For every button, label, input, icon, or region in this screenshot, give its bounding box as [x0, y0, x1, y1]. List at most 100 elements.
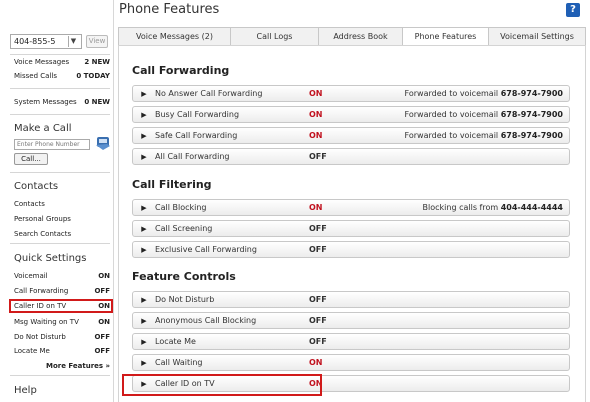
- expand-arrow-icon: ▶: [141, 295, 147, 304]
- feature-name: Busy Call Forwarding: [155, 110, 240, 119]
- divider: [10, 375, 110, 376]
- feature-row[interactable]: ▶ Call Blocking ON Blocking calls from 4…: [132, 199, 570, 216]
- missed-calls-link[interactable]: Missed Calls 0 TODAY: [14, 72, 110, 80]
- feature-row[interactable]: ▶ Busy Call Forwarding ON Forwarded to v…: [132, 106, 570, 123]
- phone-number-input[interactable]: Enter Phone Number: [14, 139, 90, 150]
- feature-row[interactable]: ▶ Exclusive Call Forwarding OFF: [132, 241, 570, 258]
- feature-detail: Blocking calls from 404-444-4444: [422, 203, 563, 212]
- feature-status: ON: [309, 203, 323, 212]
- feature-status: OFF: [309, 337, 327, 346]
- feature-name: Do Not Disturb: [155, 295, 215, 304]
- feature-row[interactable]: ▶ Safe Call Forwarding ON Forwarded to v…: [132, 127, 570, 144]
- tab-call-logs[interactable]: Call Logs: [230, 27, 318, 46]
- help-icon[interactable]: ?: [566, 3, 580, 17]
- tab-phone-features[interactable]: Phone Features: [402, 27, 488, 46]
- divider: [10, 54, 110, 55]
- qs-locate-me[interactable]: Locate Me OFF: [14, 347, 110, 355]
- feature-row[interactable]: ▶ No Answer Call Forwarding ON Forwarded…: [132, 85, 570, 102]
- feature-name: Call Waiting: [155, 358, 203, 367]
- feature-row[interactable]: ▶ Call Screening OFF: [132, 220, 570, 237]
- feature-row[interactable]: ▶ Do Not Disturb OFF: [132, 291, 570, 308]
- phone-selector-row: 404-855-5 ▼ View: [10, 34, 108, 49]
- voice-messages-count: 2 NEW: [84, 58, 110, 66]
- qs-label: Msg Waiting on TV: [14, 318, 79, 326]
- quick-settings-heading: Quick Settings: [14, 253, 87, 264]
- qs-label: Voicemail: [14, 272, 48, 280]
- expand-arrow-icon: ▶: [141, 203, 147, 212]
- qs-value: OFF: [94, 347, 110, 355]
- qs-value: ON: [98, 318, 110, 326]
- section-title-call-filtering: Call Filtering: [132, 178, 212, 191]
- make-call-heading: Make a Call: [14, 123, 72, 134]
- missed-calls-label: Missed Calls: [14, 72, 57, 80]
- tab-bar: Voice Messages (2) Call Logs Address Boo…: [118, 27, 586, 46]
- divider: [10, 114, 110, 115]
- contacts-link[interactable]: Contacts: [14, 200, 45, 208]
- divider: [10, 88, 110, 89]
- qs-msg-waiting-on-tv[interactable]: Msg Waiting on TV ON: [14, 318, 110, 326]
- search-contacts-link[interactable]: Search Contacts: [14, 230, 71, 238]
- feature-name: Locate Me: [155, 337, 196, 346]
- expand-arrow-icon: ▶: [141, 131, 147, 140]
- expand-arrow-icon: ▶: [141, 337, 147, 346]
- feature-name: Call Blocking: [155, 203, 207, 212]
- main-content: Phone Features ? Voice Messages (2) Call…: [114, 0, 590, 402]
- page-title: Phone Features: [119, 2, 220, 17]
- qs-label: Locate Me: [14, 347, 50, 355]
- feature-status: OFF: [309, 152, 327, 161]
- feature-name: All Call Forwarding: [155, 152, 230, 161]
- expand-arrow-icon: ▶: [141, 358, 147, 367]
- expand-arrow-icon: ▶: [141, 110, 147, 119]
- divider: [10, 243, 110, 244]
- section-title-call-forwarding: Call Forwarding: [132, 64, 230, 77]
- qs-value: ON: [98, 272, 110, 280]
- feature-status: ON: [309, 131, 323, 140]
- feature-name: Anonymous Call Blocking: [155, 316, 257, 325]
- system-messages-link[interactable]: System Messages 0 NEW: [14, 98, 110, 106]
- feature-status: OFF: [309, 224, 327, 233]
- tab-voice-messages[interactable]: Voice Messages (2): [118, 27, 230, 46]
- tab-address-book[interactable]: Address Book: [318, 27, 402, 46]
- voice-messages-link[interactable]: Voice Messages 2 NEW: [14, 58, 110, 66]
- caller-id-highlight-box: [9, 299, 113, 313]
- phone-number-select[interactable]: 404-855-5 ▼: [10, 34, 82, 49]
- call-button[interactable]: Call...: [14, 153, 48, 165]
- missed-calls-count: 0 TODAY: [76, 72, 110, 80]
- feature-detail: Forwarded to voicemail 678-974-7900: [404, 89, 563, 98]
- feature-row[interactable]: ▶ All Call Forwarding OFF: [132, 148, 570, 165]
- feature-status: ON: [309, 110, 323, 119]
- sidebar: 404-855-5 ▼ View Voice Messages 2 NEW Mi…: [0, 0, 114, 402]
- feature-name: No Answer Call Forwarding: [155, 89, 263, 98]
- qs-do-not-disturb[interactable]: Do Not Disturb OFF: [14, 333, 110, 341]
- feature-row[interactable]: ▶ Call Waiting ON: [132, 354, 570, 371]
- tab-voicemail-settings[interactable]: Voicemail Settings: [488, 27, 586, 46]
- divider: [10, 172, 110, 173]
- feature-status: ON: [309, 89, 323, 98]
- section-title-feature-controls: Feature Controls: [132, 270, 236, 283]
- phone-icon: [96, 137, 110, 150]
- feature-detail: Forwarded to voicemail 678-974-7900: [404, 131, 563, 140]
- feature-name: Call Screening: [155, 224, 213, 233]
- feature-name: Exclusive Call Forwarding: [155, 245, 257, 254]
- help-heading[interactable]: Help: [14, 385, 37, 396]
- personal-groups-link[interactable]: Personal Groups: [14, 215, 71, 223]
- feature-status: OFF: [309, 295, 327, 304]
- phone-number-value: 404-855-5: [14, 37, 56, 46]
- qs-call-forwarding[interactable]: Call Forwarding OFF: [14, 287, 110, 295]
- view-button[interactable]: View: [86, 35, 108, 48]
- feature-row[interactable]: ▶ Anonymous Call Blocking OFF: [132, 312, 570, 329]
- system-messages-count: 0 NEW: [84, 98, 110, 106]
- caller-id-row-highlight-box: [122, 374, 322, 396]
- feature-row[interactable]: ▶ Locate Me OFF: [132, 333, 570, 350]
- expand-arrow-icon: ▶: [141, 224, 147, 233]
- feature-detail: Forwarded to voicemail 678-974-7900: [404, 110, 563, 119]
- features-panel: Call Forwarding ▶ No Answer Call Forward…: [118, 45, 586, 402]
- qs-value: OFF: [94, 333, 110, 341]
- expand-arrow-icon: ▶: [141, 152, 147, 161]
- more-features-link[interactable]: More Features »: [46, 362, 110, 370]
- qs-voicemail[interactable]: Voicemail ON: [14, 272, 110, 280]
- contacts-heading: Contacts: [14, 181, 59, 192]
- feature-status: ON: [309, 358, 323, 367]
- feature-name: Safe Call Forwarding: [155, 131, 238, 140]
- voice-messages-label: Voice Messages: [14, 58, 70, 66]
